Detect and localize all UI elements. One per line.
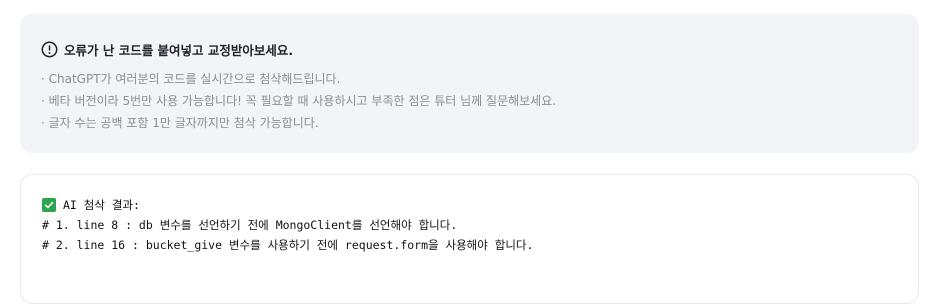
info-icon — [41, 41, 58, 58]
notice-line: · 베타 버전이라 5번만 사용 가능합니다! 꼭 필요할 때 사용하시고 부족… — [41, 94, 557, 108]
result-header: AI 첨삭 결과: — [42, 195, 918, 215]
result-line: # 1. line 8 : db 변수를 선언하기 전에 MongoClient… — [42, 218, 458, 232]
notice-header: 오류가 난 코드를 붙여넣고 교정받아보세요. — [41, 39, 919, 59]
notice-title: 오류가 난 코드를 붙여넣고 교정받아보세요. — [64, 42, 294, 58]
notice-line: · 글자 수는 공백 포함 1만 글자까지만 첨삭 가능합니다. — [41, 116, 319, 130]
notice-box: 오류가 난 코드를 붙여넣고 교정받아보세요. · ChatGPT가 여러분의 … — [20, 14, 919, 153]
result-line: # 2. line 16 : bucket_give 변수를 사용하기 전에 r… — [42, 238, 534, 252]
notice-list: · ChatGPT가 여러분의 코드를 실시간으로 첨삭해드립니다. · 베타 … — [41, 68, 919, 134]
check-icon — [42, 198, 56, 212]
result-title: AI 첨삭 결과: — [63, 198, 140, 212]
notice-line: · ChatGPT가 여러분의 코드를 실시간으로 첨삭해드립니다. — [41, 72, 341, 86]
review-result-box[interactable]: AI 첨삭 결과: # 1. line 8 : db 변수를 선언하기 전에 M… — [20, 174, 919, 304]
